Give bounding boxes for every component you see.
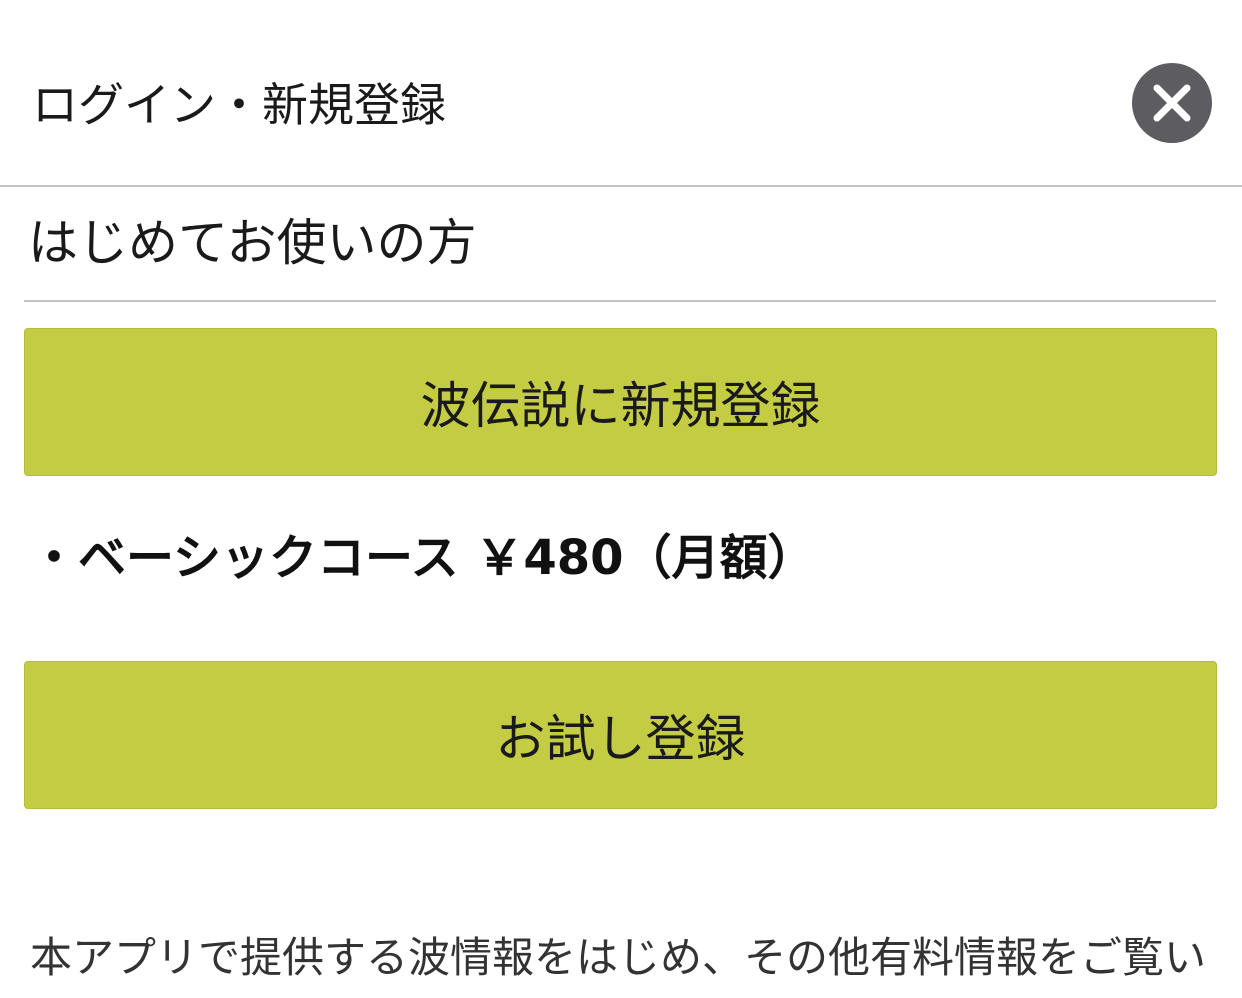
trial-register-button[interactable]: お試し登録 bbox=[24, 661, 1217, 809]
header-bar: ログイン・新規登録 bbox=[0, 0, 1242, 187]
close-x-icon bbox=[1153, 84, 1191, 122]
register-button[interactable]: 波伝説に新規登録 bbox=[24, 328, 1217, 476]
section-title-new-user: はじめてお使いの方 bbox=[28, 214, 477, 272]
notice-text: 本アプリで提供する波情報をはじめ、その他有料情報をご覧い bbox=[30, 933, 1207, 982]
page-title: ログイン・新規登録 bbox=[32, 78, 446, 132]
close-button[interactable] bbox=[1132, 63, 1212, 143]
section-divider bbox=[24, 300, 1216, 302]
plan-price-text: ・ベーシックコース ￥480（月額） bbox=[30, 530, 816, 586]
